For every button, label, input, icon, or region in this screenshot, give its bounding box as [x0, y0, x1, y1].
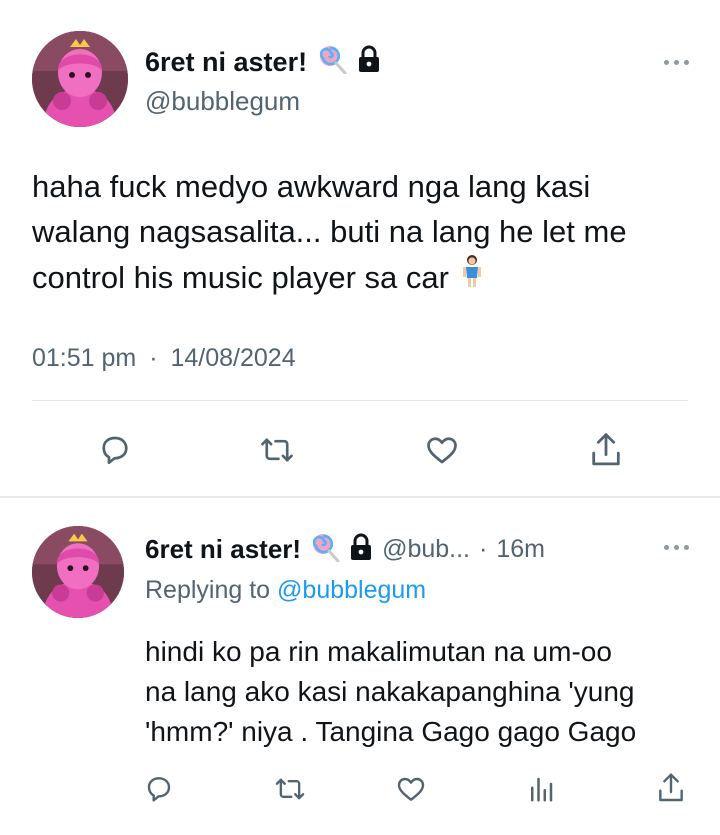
tweet-date[interactable]: 14/08/2024 [170, 344, 295, 372]
meta-separator: · [149, 344, 158, 372]
lock-icon [357, 45, 381, 80]
woman-standing-icon [461, 254, 483, 300]
retweet-icon[interactable] [270, 770, 310, 808]
divider [0, 496, 720, 498]
lock-icon [349, 533, 373, 566]
display-name-row[interactable]: 6ret ni aster! [145, 44, 381, 81]
display-name[interactable]: 6ret ni aster! [145, 47, 307, 78]
reply-icon[interactable] [95, 430, 135, 470]
timestamp[interactable]: 01:51 pm · 14/08/2024 [32, 344, 296, 373]
reply-text-line: hindi ko pa rin makalimutan na um-oo [145, 636, 612, 667]
tweet-text-line: walang nagsasalita... buti na lang he le… [32, 214, 627, 249]
more-options-icon[interactable] [656, 52, 696, 72]
tweet-age[interactable]: 16m [496, 535, 545, 564]
divider [32, 400, 688, 401]
lollipop-icon [310, 532, 340, 567]
display-name[interactable]: 6ret ni aster! [145, 534, 301, 565]
reply-text-line: na lang ako kasi nakakapanghina 'yung [145, 676, 635, 707]
retweet-icon[interactable] [255, 430, 299, 470]
like-icon[interactable] [420, 430, 464, 470]
tweet-text-line: haha fuck medyo awkward nga lang kasi [32, 169, 591, 204]
share-icon[interactable] [585, 428, 627, 472]
share-icon[interactable] [652, 768, 690, 808]
reply-header: 6ret ni aster! @bub... · 16m [145, 532, 545, 567]
tweet-text: haha fuck medyo awkward nga lang kasi wa… [32, 164, 712, 300]
avatar[interactable] [32, 31, 128, 127]
tweet-time[interactable]: 01:51 pm [32, 344, 136, 372]
reply-icon[interactable] [140, 770, 178, 808]
avatar[interactable] [32, 526, 124, 618]
handle[interactable]: @bubblegum [145, 86, 300, 117]
reply-text-line: 'hmm?' niya . Tangina Gago gago Gago [145, 716, 637, 747]
more-options-icon[interactable] [656, 537, 696, 557]
princess-bubblegum-avatar-image [32, 526, 124, 618]
like-icon[interactable] [392, 770, 430, 808]
replying-to-label: Replying to [145, 576, 271, 604]
replying-to: Replying to @bubblegum [145, 576, 426, 605]
meta-separator: · [479, 535, 488, 563]
lollipop-icon [317, 44, 347, 81]
princess-bubblegum-avatar-image [32, 31, 128, 127]
reply-text: hindi ko pa rin makalimutan na um-oo na … [145, 632, 715, 752]
replying-to-handle-link[interactable]: @bubblegum [277, 576, 426, 604]
views-icon[interactable] [522, 770, 560, 808]
tweet-text-line: control his music player sa car [32, 259, 449, 295]
handle[interactable]: @bub... [382, 535, 470, 564]
